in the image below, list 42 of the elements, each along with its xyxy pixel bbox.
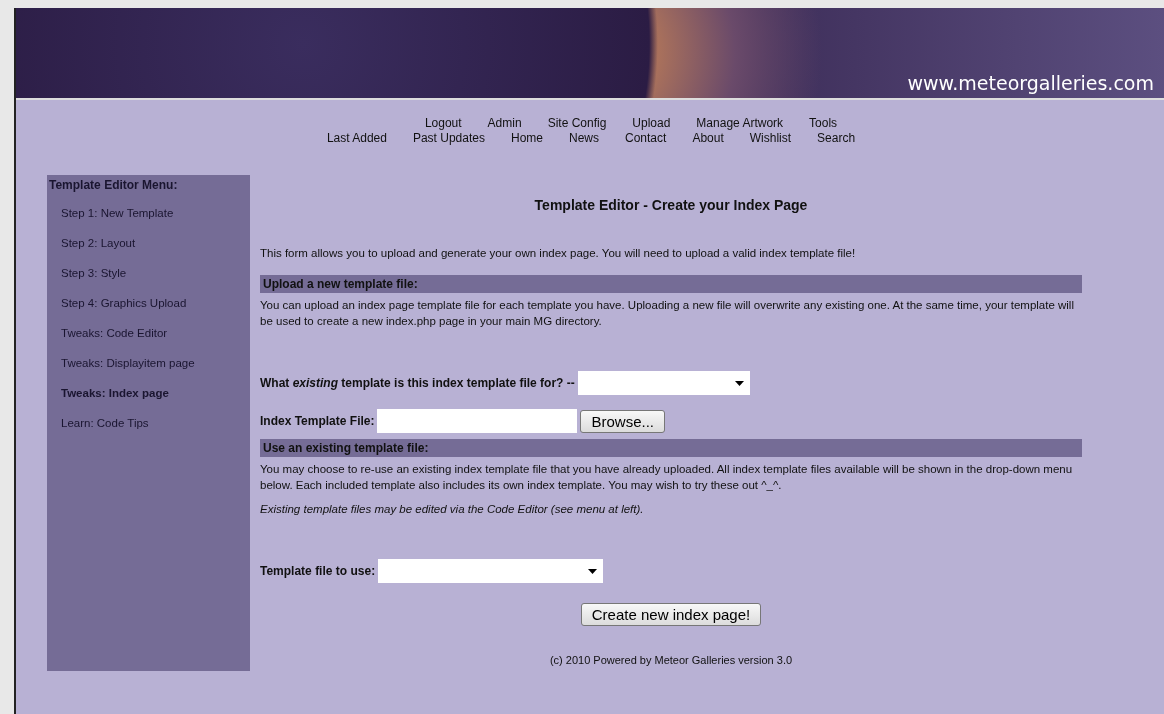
sidebar-item[interactable]: Step 4: Graphics Upload [47, 288, 250, 318]
sidebar-item[interactable]: Learn: Code Tips [47, 408, 250, 438]
intro-text: This form allows you to upload and generate your own index page. You will need to upload a valid index template file! [260, 246, 857, 261]
nav-link[interactable]: Search [817, 131, 856, 145]
sidebar-item[interactable]: Tweaks: Displayitem page [47, 348, 250, 378]
dropdown[interactable] [378, 559, 604, 583]
nav-link[interactable]: Tools [809, 116, 838, 130]
dropdown[interactable] [577, 371, 750, 395]
nav-link[interactable]: Admin [487, 116, 522, 130]
section-text: You can upload an index page template file for each template you have. Uploading a new file will overwrite any existing one. At the same time, your template will be used to create a new index.php page in your main MG directory. [260, 298, 1075, 329]
section-heading: Use an existing template file: [260, 439, 1082, 457]
file-input[interactable] [377, 409, 578, 433]
sidebar-item[interactable]: Step 1: New Template [47, 198, 250, 228]
nav-link[interactable]: Logout [424, 116, 462, 130]
dropdown-caret-icon [588, 568, 598, 574]
nav-link[interactable]: Wishlist [749, 131, 792, 145]
section-text: You may choose to re-use an existing index template file that you have already uploaded. All index template files available will be shown in the drop-down menu below. Each included template also includes its own index template. You may wish to try these out ^_^. [260, 462, 1074, 493]
section-heading: Upload a new template file: [260, 275, 1082, 293]
section-text: Existing template files may be edited via the Code Editor (see menu at left). [260, 502, 645, 517]
site-url: www.meteorgalleries.com [907, 72, 1154, 94]
create-button[interactable]: Create new index page! [580, 603, 762, 626]
nav-link[interactable]: Last Added [326, 131, 387, 145]
nav-link[interactable]: Upload [632, 116, 671, 130]
page-title: Template Editor - Create your Index Page [533, 197, 809, 213]
nav-link[interactable]: Past Updates [412, 131, 485, 145]
footer-text: (c) 2010 Powered by Meteor Galleries version 3.0 [548, 654, 794, 666]
sidebar-item[interactable]: Tweaks: Code Editor [47, 318, 250, 348]
nav-link[interactable]: Contact [625, 131, 667, 145]
nav-link[interactable]: About [692, 131, 724, 145]
nav-link[interactable]: Home [511, 131, 543, 145]
field-label: Template file to use: [260, 564, 376, 578]
nav-link[interactable]: Manage Artwork [696, 116, 784, 130]
nav-link[interactable]: News [569, 131, 599, 145]
field-label: What existing template is this index template file for? -- [260, 376, 575, 390]
field-label: Index Template File: [260, 414, 375, 428]
browse-button[interactable]: Browse... [580, 409, 665, 433]
nav-link[interactable]: Site Config [547, 116, 607, 130]
sidebar-item[interactable]: Tweaks: Index page [47, 378, 250, 408]
sidebar-item[interactable]: Step 3: Style [47, 258, 250, 288]
dropdown-caret-icon [734, 380, 744, 386]
sidebar-item[interactable]: Step 2: Layout [47, 228, 250, 258]
sidebar-title: Template Editor Menu: [48, 178, 179, 192]
